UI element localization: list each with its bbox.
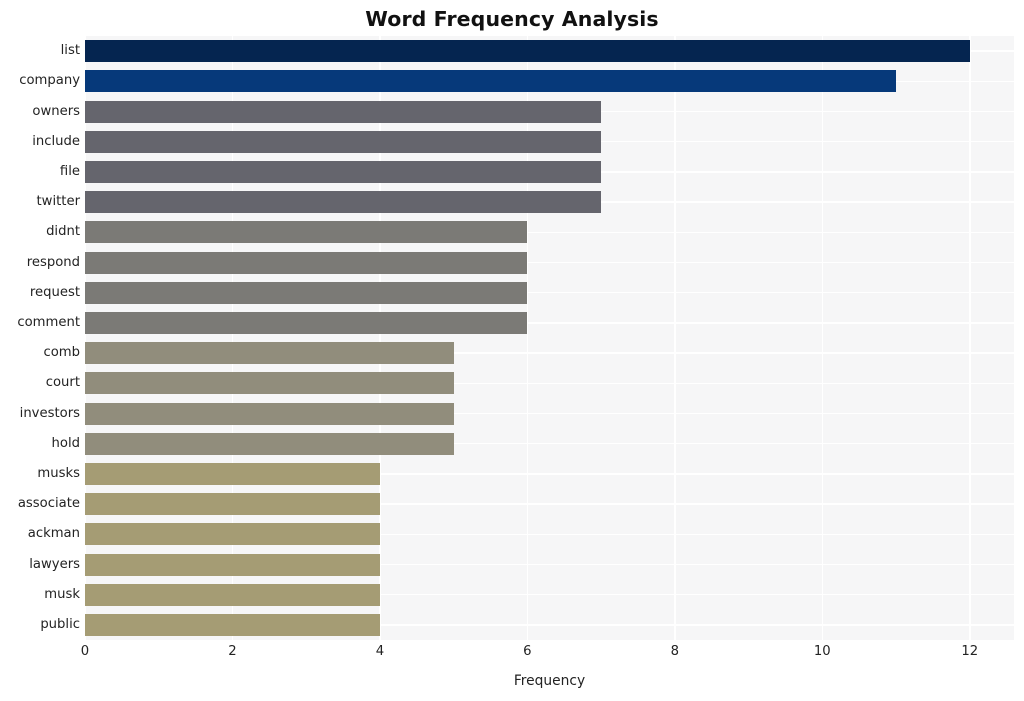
- bar: [85, 553, 380, 576]
- vertical-gridline: [821, 36, 824, 640]
- vertical-gridline: [231, 36, 234, 640]
- vertical-gridline: [379, 36, 381, 640]
- bar: [85, 402, 454, 425]
- y-tick-label: public: [40, 616, 80, 632]
- vertical-gridline: [526, 36, 529, 640]
- vertical-gridline: [674, 36, 676, 640]
- vertical-gridline: [85, 36, 86, 640]
- x-tick-label: 4: [375, 644, 385, 659]
- y-tick-label: lawyers: [29, 556, 80, 572]
- x-tick-label: 10: [813, 644, 831, 659]
- chart-figure: Word Frequency Analysis list company owner…: [0, 0, 1024, 701]
- y-tick-label: list: [60, 43, 80, 59]
- y-tick-label: owners: [32, 103, 80, 119]
- bar: [85, 40, 970, 63]
- y-tick-label: include: [32, 133, 80, 149]
- chart-title: Word Frequency Analysis: [365, 7, 659, 31]
- y-tick-label: respond: [26, 254, 80, 270]
- bar: [85, 311, 528, 334]
- y-tick-label: court: [45, 375, 80, 391]
- x-tick-label: 6: [523, 644, 532, 659]
- vertical-gridline: [968, 36, 971, 640]
- bar: [85, 613, 380, 636]
- y-tick-label: musks: [37, 465, 80, 481]
- y-tick-label: musk: [44, 586, 80, 602]
- y-tick-label: file: [59, 163, 80, 179]
- y-tick-label: hold: [51, 435, 80, 451]
- y-tick-label: associate: [17, 496, 80, 512]
- x-tick-label: 2: [228, 644, 237, 659]
- x-tick-label: 0: [80, 644, 90, 659]
- x-axis-tick-labels: 0 2 4 6 8 10 12: [81, 640, 1014, 664]
- bar: [85, 130, 602, 153]
- bar: [85, 70, 897, 93]
- bar: [85, 221, 528, 244]
- y-tick-label: request: [29, 284, 80, 300]
- y-tick-label: twitter: [36, 194, 81, 210]
- y-tick-label: ackman: [27, 526, 80, 542]
- x-tick-label: 8: [670, 644, 680, 659]
- bar: [85, 100, 602, 123]
- y-tick-label: didnt: [46, 224, 80, 240]
- bar: [85, 493, 380, 516]
- y-tick-label: comment: [17, 314, 80, 330]
- y-axis-tick-labels: list company owners include file twitter didnt…: [0, 36, 80, 640]
- plot-area: [85, 36, 1014, 640]
- bar: [85, 251, 528, 274]
- x-tick-label: 12: [961, 644, 979, 659]
- bar: [85, 342, 454, 365]
- y-tick-label: company: [19, 73, 80, 89]
- bar: [85, 432, 454, 455]
- bar: [85, 583, 380, 606]
- bar: [85, 372, 454, 395]
- bar: [85, 281, 528, 304]
- bar: [85, 523, 380, 546]
- bar: [85, 462, 380, 485]
- bar: [85, 191, 602, 214]
- bar: [85, 160, 602, 183]
- y-tick-label: comb: [43, 345, 80, 361]
- y-tick-label: investors: [19, 405, 80, 421]
- x-axis-label: Frequency: [513, 673, 586, 689]
